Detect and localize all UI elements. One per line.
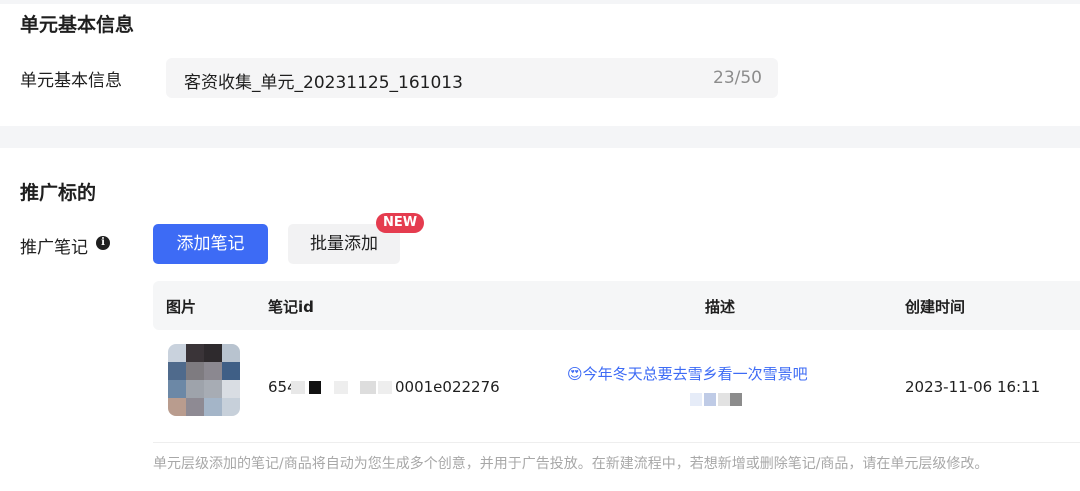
promoted-notes-label: 推广笔记 — [20, 238, 88, 258]
redacted-block — [718, 393, 730, 406]
redacted-block — [690, 393, 702, 406]
basic-info-card: 单元基本信息 单元基本信息 客资收集_单元_20231125_161013 23… — [0, 0, 1080, 126]
footnote-hint: 单元层级添加的笔记/商品将自动为您生成多个创意，并用于广告投放。在新建流程中，若… — [153, 456, 989, 472]
char-counter: 23/50 — [713, 68, 762, 88]
unit-name-label: 单元基本信息 — [20, 71, 122, 91]
note-created-time: 2023-11-06 16:11 — [905, 378, 1041, 396]
info-circle-icon[interactable]: i — [96, 236, 110, 250]
unit-name-input[interactable]: 客资收集_单元_20231125_161013 23/50 — [166, 58, 778, 98]
new-badge: NEW — [376, 213, 425, 233]
basic-info-section-title: 单元基本信息 — [20, 14, 135, 36]
column-header-created-time: 创建时间 — [905, 298, 966, 316]
redacted-block — [704, 393, 716, 406]
promotion-section-title: 推广标的 — [20, 182, 97, 204]
redacted-block — [360, 381, 376, 394]
notes-table-header: 图片 笔记id 描述 创建时间 — [153, 281, 1080, 330]
redacted-block — [378, 381, 392, 394]
column-header-note-id: 笔记id — [268, 298, 314, 316]
row-divider — [153, 442, 1080, 443]
unit-name-value: 客资收集_单元_20231125_161013 — [184, 73, 463, 93]
redacted-block — [334, 381, 348, 394]
note-id-suffix: 0001e022276 — [395, 378, 500, 396]
note-thumbnail-image — [168, 344, 240, 416]
redacted-block — [309, 381, 321, 394]
redacted-block — [730, 393, 742, 406]
column-header-description: 描述 — [705, 298, 736, 316]
redacted-block — [291, 381, 305, 394]
add-note-button[interactable]: 添加笔记 — [153, 224, 268, 264]
column-header-image: 图片 — [166, 298, 197, 316]
note-description-link[interactable]: 😍今年冬天总要去雪乡看一次雪景吧 — [567, 363, 808, 384]
